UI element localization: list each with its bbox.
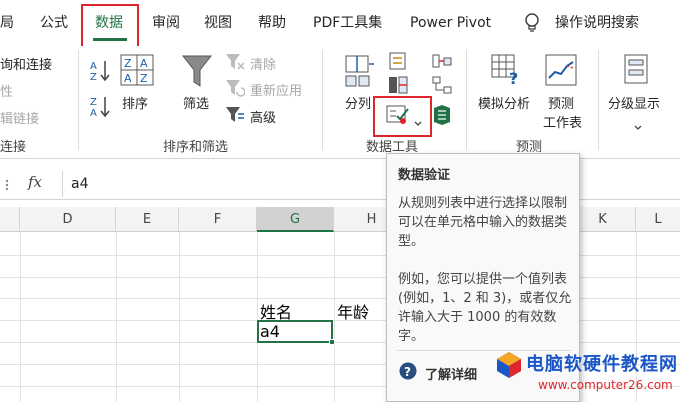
tab-power-pivot[interactable]: Power Pivot xyxy=(410,0,491,46)
forecast-sheet-line1[interactable]: 预测 xyxy=(548,93,574,112)
tab-view[interactable]: 视图 xyxy=(204,0,232,46)
grid-line xyxy=(334,232,335,402)
active-tab-indicator xyxy=(93,38,127,41)
grid-line xyxy=(257,232,258,402)
text-to-columns-button[interactable]: 分列 xyxy=(345,93,371,112)
watermark: 电脑软硬件教程网 www.computer26.com xyxy=(486,344,680,402)
tell-me-search[interactable]: 操作说明搜索 xyxy=(555,0,639,46)
queries-group-label: 连接 xyxy=(0,140,27,155)
sort-filter-group-label: 排序和筛选 xyxy=(163,140,229,155)
svg-text:?: ? xyxy=(509,69,518,86)
text-to-columns-icon[interactable] xyxy=(343,54,375,92)
ribbon: 询和连接 性 辑链接 连接 AZ ZA ZAAZ 排序 筛选 清除 重新应用 高… xyxy=(0,46,680,159)
watermark-url: www.computer26.com xyxy=(538,378,673,392)
formula-input[interactable]: a4 xyxy=(62,171,680,197)
svg-text:Z: Z xyxy=(90,97,97,108)
sort-az-icon[interactable]: AZ xyxy=(90,58,112,86)
column-header-partial[interactable] xyxy=(0,207,20,232)
svg-text:Z: Z xyxy=(140,72,148,85)
outline-button[interactable]: 分级显示 xyxy=(608,93,660,112)
tab-page-layout[interactable]: 局 xyxy=(0,0,14,46)
svg-text:A: A xyxy=(90,108,97,118)
column-header-l[interactable]: L xyxy=(636,207,680,232)
svg-text:A: A xyxy=(90,61,97,72)
fill-handle[interactable] xyxy=(329,339,335,345)
what-if-analysis-icon[interactable]: ? xyxy=(491,54,523,90)
forecast-sheet-icon[interactable] xyxy=(545,54,577,90)
data-validation-highlight xyxy=(373,96,432,137)
learn-more-link[interactable]: ? 了解详细 xyxy=(399,362,477,384)
tooltip-title: 数据验证 xyxy=(398,168,451,183)
filter-icon[interactable] xyxy=(181,54,213,92)
properties-button[interactable]: 性 xyxy=(0,81,13,100)
reapply-button[interactable]: 重新应用 xyxy=(250,80,302,99)
lightbulb-icon xyxy=(524,13,540,37)
flash-fill-icon[interactable] xyxy=(388,52,408,74)
remove-duplicates-icon[interactable] xyxy=(388,76,408,98)
svg-text:A: A xyxy=(124,72,132,85)
column-header-d[interactable]: D xyxy=(20,207,116,232)
tooltip-description: 从规则列表中进行选择以限制可以在单元格中输入的数据类型。 xyxy=(398,196,568,249)
watermark-logo-icon xyxy=(494,350,524,384)
insert-function-button[interactable]: fx xyxy=(28,173,42,191)
advanced-filter-icon[interactable] xyxy=(225,106,245,128)
chevron-down-icon[interactable] xyxy=(634,116,642,135)
consolidate-icon[interactable] xyxy=(432,52,452,74)
clear-button[interactable]: 清除 xyxy=(250,54,276,73)
column-header-g[interactable]: G xyxy=(257,207,334,232)
relationships-icon[interactable] xyxy=(432,76,452,98)
data-model-icon[interactable] xyxy=(432,104,452,130)
filter-button[interactable]: 筛选 xyxy=(183,93,209,112)
column-header-e[interactable]: E xyxy=(116,207,179,232)
svg-text:?: ? xyxy=(404,365,411,379)
learn-more-label[interactable]: 了解详细 xyxy=(425,364,477,383)
group-separator xyxy=(322,50,323,150)
clear-filter-icon[interactable] xyxy=(225,53,245,75)
tab-review[interactable]: 审阅 xyxy=(152,0,180,46)
svg-text:Z: Z xyxy=(90,72,97,82)
more-options-icon[interactable] xyxy=(2,177,12,191)
grid-line xyxy=(20,232,21,402)
group-separator xyxy=(466,50,467,150)
watermark-title: 电脑软硬件教程网 xyxy=(526,354,678,375)
grid-line xyxy=(179,232,180,402)
outline-icon[interactable] xyxy=(624,54,648,88)
cell-h-age-header[interactable]: 年龄 xyxy=(337,299,369,323)
column-header-f[interactable]: F xyxy=(179,207,257,232)
grid-line xyxy=(116,232,117,402)
tab-formulas[interactable]: 公式 xyxy=(40,0,68,46)
svg-text:A: A xyxy=(140,57,148,70)
reapply-icon[interactable] xyxy=(225,79,246,101)
forecast-sheet-line2[interactable]: 工作表 xyxy=(543,112,582,131)
advanced-button[interactable]: 高级 xyxy=(250,107,276,126)
cell-g-value[interactable]: a4 xyxy=(260,322,280,341)
tab-help[interactable]: 帮助 xyxy=(258,0,286,46)
sort-button[interactable]: 排序 xyxy=(122,93,148,112)
group-separator xyxy=(598,50,599,150)
edit-links-button[interactable]: 辑链接 xyxy=(0,108,39,127)
sort-icon[interactable]: ZAAZ xyxy=(120,54,154,90)
ribbon-tab-bar: 局 公式 数据 审阅 视图 帮助 PDF工具集 Power Pivot 操作说明… xyxy=(0,0,680,46)
what-if-analysis-button[interactable]: 模拟分析 xyxy=(478,93,530,112)
tab-pdf-tools[interactable]: PDF工具集 xyxy=(313,0,382,46)
queries-connections-button[interactable]: 询和连接 xyxy=(0,54,52,73)
help-icon: ? xyxy=(399,362,417,384)
group-separator xyxy=(78,50,79,150)
tooltip-example: 例如，您可以提供一个值列表(例如，1、2 和 3)，或者仅允许输入大于 1000… xyxy=(398,272,572,344)
sort-za-icon[interactable]: ZA xyxy=(90,94,112,122)
svg-text:Z: Z xyxy=(124,57,132,70)
